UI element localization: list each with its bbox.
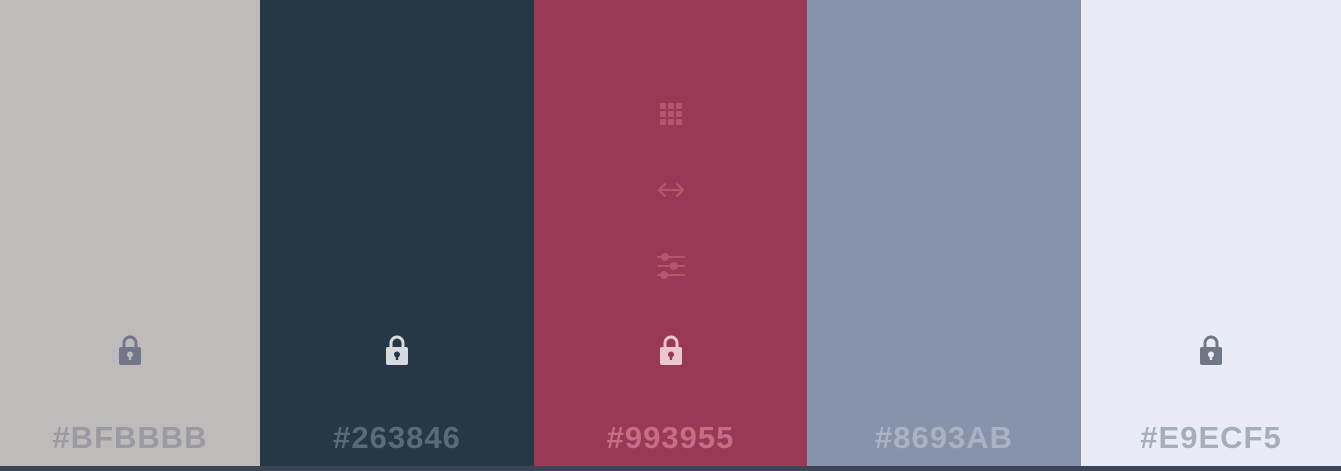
- lock-icon[interactable]: [385, 334, 409, 366]
- color-swatch[interactable]: #263846: [260, 0, 534, 466]
- hex-code-label[interactable]: #263846: [260, 418, 534, 458]
- bottom-bar: [0, 466, 1341, 471]
- color-palette: #BFBBBB #263846 #993955 #8693AB #E9ECF5: [0, 0, 1341, 466]
- lock-icon[interactable]: [118, 334, 142, 366]
- color-swatch[interactable]: #8693AB: [807, 0, 1081, 466]
- hex-code-label[interactable]: #E9ECF5: [1081, 418, 1341, 458]
- hex-code-label[interactable]: #8693AB: [807, 418, 1081, 458]
- lock-icon[interactable]: [1199, 334, 1223, 366]
- hex-code-label[interactable]: #BFBBBB: [0, 418, 260, 458]
- drag-arrows-icon[interactable]: [657, 176, 685, 204]
- grid-icon[interactable]: [657, 100, 685, 128]
- color-swatch[interactable]: #993955: [534, 0, 807, 466]
- color-swatch[interactable]: #E9ECF5: [1081, 0, 1341, 466]
- color-swatch[interactable]: #BFBBBB: [0, 0, 260, 466]
- lock-icon[interactable]: [659, 334, 683, 366]
- hex-code-label[interactable]: #993955: [534, 418, 807, 458]
- adjust-sliders-icon[interactable]: [656, 252, 685, 280]
